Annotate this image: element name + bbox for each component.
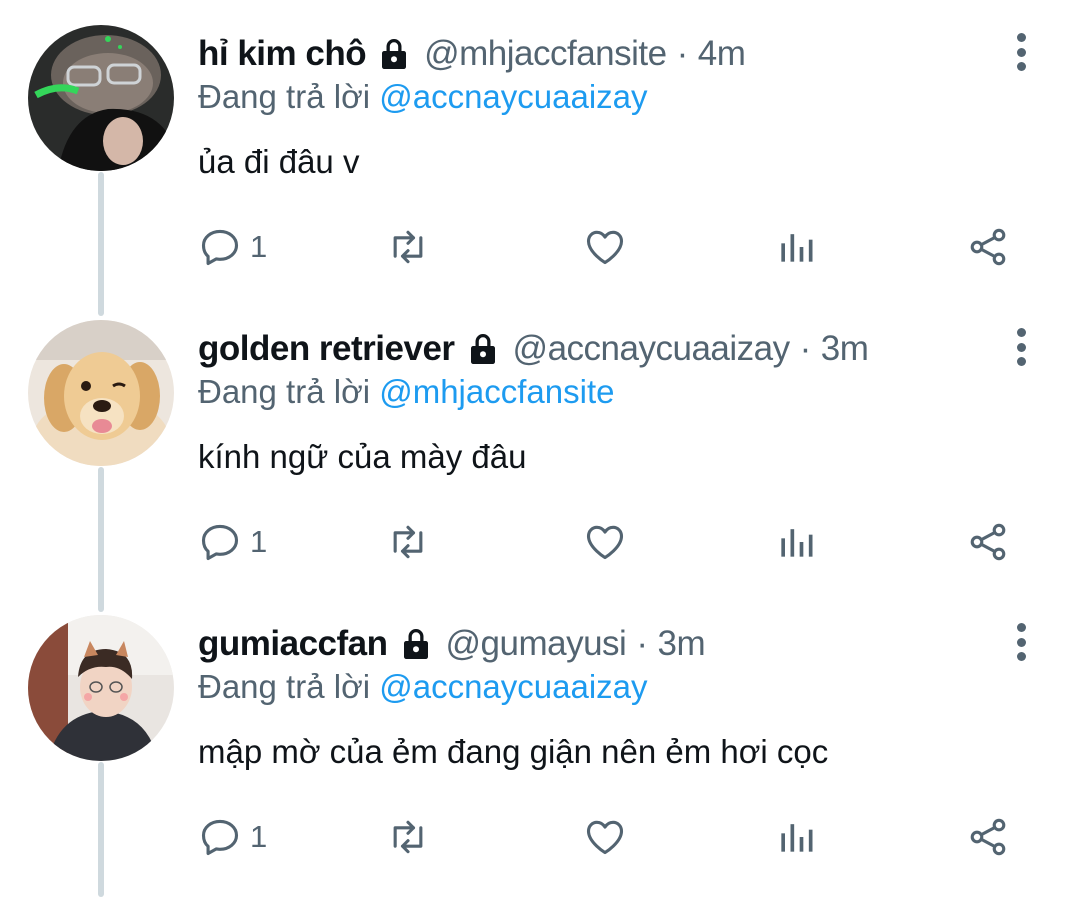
reply-count: 1 <box>250 229 268 264</box>
like-button[interactable] <box>583 202 627 292</box>
avatar[interactable] <box>28 25 174 171</box>
reply-button[interactable]: 1 <box>198 202 267 292</box>
user-handle[interactable]: @gumayusi <box>446 624 627 664</box>
reply-button[interactable]: 1 <box>198 792 267 882</box>
share-icon <box>970 228 1006 266</box>
heart-icon <box>586 820 624 855</box>
more-dot <box>1016 357 1026 366</box>
reply-icon <box>201 229 239 266</box>
replying-to-label: Đang trả lời <box>198 668 371 705</box>
more-dot <box>1016 342 1026 352</box>
mention-link[interactable]: @accnaycuaaizay <box>379 78 647 115</box>
tweet[interactable]: hỉ kim chô @mhjaccfansite · 4m Đang trả … <box>0 0 1080 295</box>
analytics-button[interactable] <box>774 497 818 587</box>
avatar-golden-retriever-puppy-icon <box>28 320 174 466</box>
timestamp[interactable]: 3m <box>821 329 869 369</box>
reply-icon <box>201 819 239 856</box>
timestamp[interactable]: 4m <box>698 34 746 74</box>
retweet-icon <box>393 525 423 559</box>
display-name[interactable]: gumiaccfan <box>198 624 388 664</box>
lock-icon <box>382 39 407 69</box>
more-dot <box>1016 62 1026 71</box>
tweet-header: golden retriever @accnaycuaaizay · 3m <box>198 325 869 373</box>
mention-link[interactable]: @mhjaccfansite <box>379 373 614 410</box>
analytics-icon <box>781 824 813 852</box>
separator-dot: · <box>676 34 689 73</box>
share-button[interactable] <box>966 202 1010 292</box>
more-dot <box>1016 47 1026 57</box>
reply-count: 1 <box>250 819 268 854</box>
more-dot <box>1016 623 1026 632</box>
more-options-button[interactable] <box>1004 30 1038 74</box>
analytics-button[interactable] <box>774 792 818 882</box>
like-button[interactable] <box>583 792 627 882</box>
retweet-icon <box>393 230 423 264</box>
share-icon <box>970 818 1006 856</box>
avatar-glasses-person-icon <box>28 25 174 171</box>
reply-count: 1 <box>250 524 268 559</box>
share-icon <box>970 523 1006 561</box>
tweet-header: hỉ kim chô @mhjaccfansite · 4m <box>198 30 746 78</box>
retweet-icon <box>393 820 423 854</box>
separator-dot: · <box>636 624 648 663</box>
analytics-button[interactable] <box>774 202 818 292</box>
user-handle[interactable]: @mhjaccfansite <box>424 34 667 74</box>
tweet[interactable]: golden retriever @accnaycuaaizay · 3m Đa… <box>0 295 1080 590</box>
heart-icon <box>586 525 624 560</box>
replying-to-label: Đang trả lời <box>198 78 371 115</box>
user-handle[interactable]: @accnaycuaaizay <box>513 329 791 369</box>
action-bar: 1 <box>198 792 1028 882</box>
heart-icon <box>586 230 624 265</box>
more-dot <box>1016 33 1026 42</box>
retweet-button[interactable] <box>386 202 430 292</box>
tweet-text: ủa đi đâu v <box>198 143 360 180</box>
tweet[interactable]: gumiaccfan @gumayusi · 3m Đang trả lời @… <box>0 590 1080 885</box>
timestamp[interactable]: 3m <box>657 624 705 664</box>
replying-to: Đang trả lời @mhjaccfansite <box>198 373 614 411</box>
more-dot <box>1016 652 1026 661</box>
tweet-text: kính ngữ của mày đâu <box>198 438 527 475</box>
replying-to: Đang trả lời @accnaycuaaizay <box>198 78 648 116</box>
retweet-button[interactable] <box>386 497 430 587</box>
more-options-button[interactable] <box>1004 325 1038 369</box>
display-name[interactable]: golden retriever <box>198 329 455 369</box>
like-button[interactable] <box>583 497 627 587</box>
replying-to-label: Đang trả lời <box>198 373 371 410</box>
lock-icon <box>470 334 495 364</box>
avatar[interactable] <box>28 320 174 466</box>
replying-to: Đang trả lời @accnaycuaaizay <box>198 668 648 706</box>
reply-icon <box>201 524 239 561</box>
action-bar: 1 <box>198 497 1028 587</box>
separator-dot: · <box>799 329 812 368</box>
action-bar: 1 <box>198 202 1028 292</box>
share-button[interactable] <box>966 792 1010 882</box>
more-options-button[interactable] <box>1004 620 1038 664</box>
retweet-button[interactable] <box>386 792 430 882</box>
mention-link[interactable]: @accnaycuaaizay <box>379 668 647 705</box>
avatar-person-with-ears-filter-icon <box>28 615 174 761</box>
analytics-icon <box>781 529 813 557</box>
more-dot <box>1016 637 1026 647</box>
tweet-header: gumiaccfan @gumayusi · 3m <box>198 620 706 668</box>
display-name[interactable]: hỉ kim chô <box>198 34 367 74</box>
tweet-text: mập mờ của ẻm đang giận nên ẻm hơi cọc <box>198 733 829 770</box>
avatar[interactable] <box>28 615 174 761</box>
analytics-icon <box>781 234 813 262</box>
reply-button[interactable]: 1 <box>198 497 267 587</box>
share-button[interactable] <box>966 497 1010 587</box>
more-dot <box>1016 328 1026 337</box>
lock-icon <box>403 629 428 659</box>
